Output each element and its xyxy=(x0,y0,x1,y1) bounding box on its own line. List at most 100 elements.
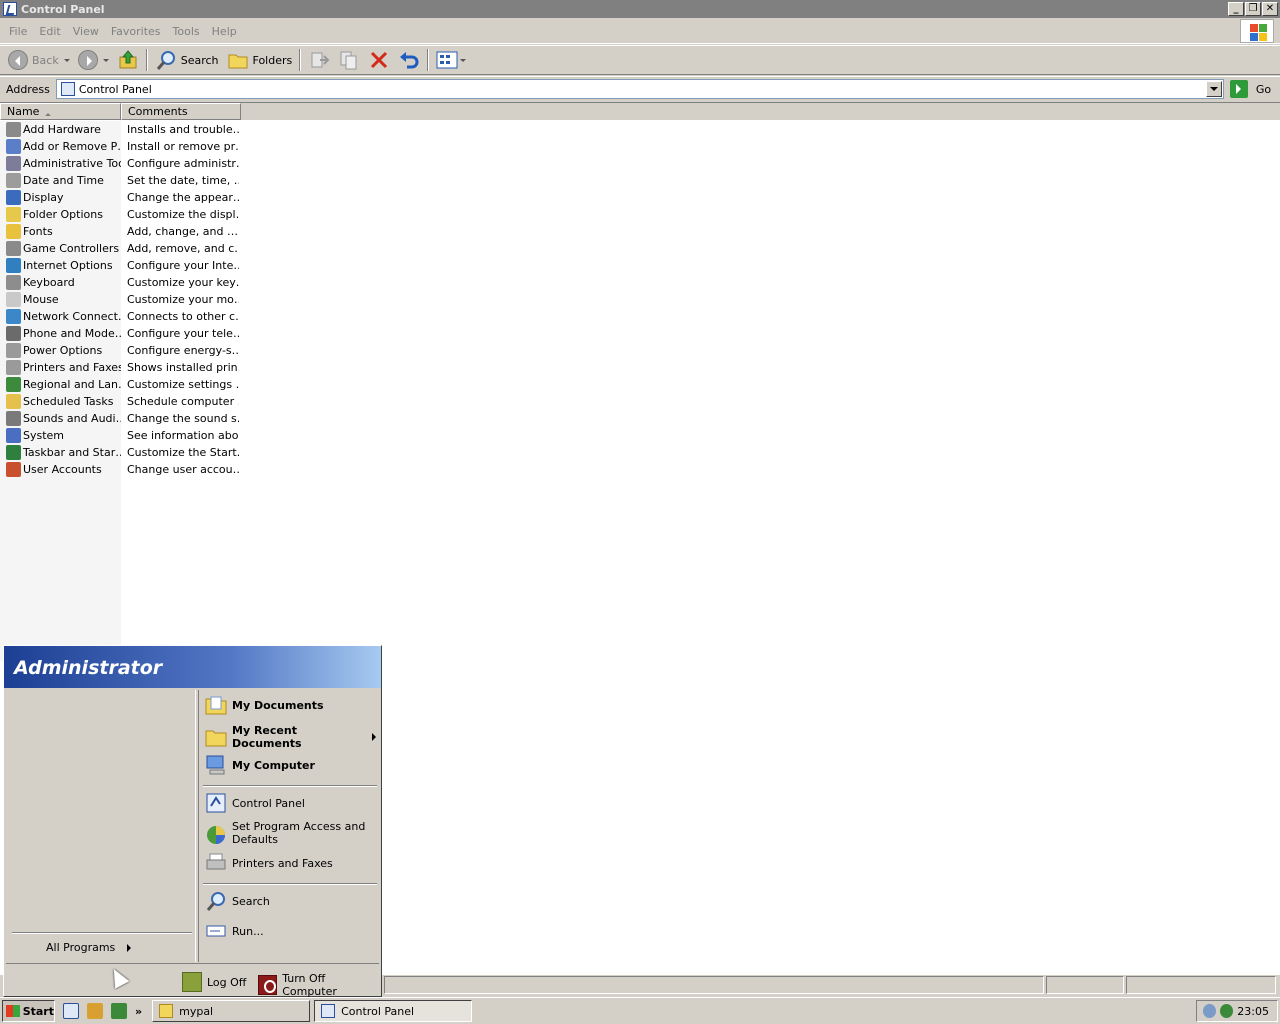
item-comment: Connects to other c… xyxy=(127,310,239,323)
address-dropdown-button[interactable] xyxy=(1205,81,1222,97)
chevron-right-icon xyxy=(372,733,380,741)
control-panel-label: Control Panel xyxy=(232,796,305,810)
menu-tools[interactable]: Tools xyxy=(167,25,206,38)
applet-icon xyxy=(6,224,21,239)
quicklaunch-desktop-icon[interactable] xyxy=(63,1003,79,1019)
computer-icon xyxy=(206,755,225,775)
applet-icon xyxy=(6,207,21,222)
list-item[interactable]: Phone and Mode… Configure your tele… xyxy=(0,325,239,342)
start-menu-separator xyxy=(12,932,192,934)
list-item[interactable]: Add Hardware Installs and trouble… xyxy=(0,121,239,138)
list-item[interactable]: Keyboard Customize your key… xyxy=(0,274,239,291)
item-comment: Set the date, time, … xyxy=(127,174,239,187)
list-item[interactable]: Regional and Lan… Customize settings … xyxy=(0,376,239,393)
set-program-access-item[interactable]: Set Program Access and Defaults xyxy=(205,820,375,846)
all-programs-button[interactable]: All Programs xyxy=(46,941,135,954)
tray-update-icon[interactable] xyxy=(1220,1004,1234,1018)
list-item[interactable]: Display Change the appear… xyxy=(0,189,239,206)
windows-logo-icon xyxy=(1240,19,1274,43)
all-programs-label: All Programs xyxy=(46,941,116,954)
address-input[interactable]: Control Panel xyxy=(55,79,1224,99)
status-panel-zone xyxy=(1126,976,1276,994)
run-item[interactable]: Run... xyxy=(205,920,264,942)
applet-icon xyxy=(6,309,21,324)
menu-view[interactable]: View xyxy=(67,25,105,38)
back-arrow-icon xyxy=(8,50,28,70)
turn-off-button[interactable]: Turn Off Computer xyxy=(258,972,379,998)
address-label: Address xyxy=(6,82,50,96)
applet-icon xyxy=(6,275,21,290)
tray-network-icon[interactable] xyxy=(1203,1004,1217,1018)
menu-file[interactable]: File xyxy=(3,25,33,38)
item-comment: Shows installed prin… xyxy=(127,361,239,374)
close-button[interactable]: ✕ xyxy=(1262,2,1278,16)
search-item[interactable]: Search xyxy=(205,890,270,912)
control-panel-icon xyxy=(3,2,17,16)
documents-folder-icon xyxy=(205,696,227,715)
column-header-name[interactable]: Name xyxy=(0,103,121,120)
quicklaunch-app-icon[interactable] xyxy=(111,1003,127,1019)
start-button[interactable]: Start xyxy=(2,1000,55,1022)
control-panel-icon xyxy=(60,82,75,96)
list-item[interactable]: Scheduled Tasks Schedule computer … xyxy=(0,393,239,410)
list-item[interactable]: Power Options Configure energy-s… xyxy=(0,342,239,359)
printer-icon xyxy=(206,853,226,870)
task-control-panel[interactable]: Control Panel xyxy=(314,1000,473,1022)
list-item[interactable]: Folder Options Customize the displ… xyxy=(0,206,239,223)
quicklaunch-overflow-icon[interactable]: » xyxy=(135,1005,142,1018)
item-comment: Customize your key… xyxy=(127,276,239,289)
search-label: Search xyxy=(232,894,270,908)
my-recent-documents-item[interactable]: My Recent Documents xyxy=(205,724,380,750)
search-label: Search xyxy=(180,53,219,67)
start-label: Start xyxy=(22,1004,54,1018)
applet-icon xyxy=(6,377,21,392)
delete-button[interactable] xyxy=(364,47,394,73)
minimize-button[interactable]: _ xyxy=(1228,2,1244,16)
start-menu-user-header: Administrator xyxy=(4,646,381,688)
list-item[interactable]: User Accounts Change user accou… xyxy=(0,461,239,478)
list-item[interactable]: Administrative ToolsConfigure administr… xyxy=(0,155,239,172)
menu-edit[interactable]: Edit xyxy=(33,25,66,38)
quicklaunch-browser-icon[interactable] xyxy=(87,1003,103,1019)
applet-icon xyxy=(6,258,21,273)
log-off-button[interactable]: Log Off xyxy=(182,972,246,992)
menu-help[interactable]: Help xyxy=(206,25,243,38)
my-documents-label: My Documents xyxy=(232,698,324,712)
address-value: Control Panel xyxy=(78,82,152,96)
list-item[interactable]: Network Connect… Connects to other c… xyxy=(0,308,239,325)
go-button[interactable]: Go xyxy=(1229,80,1271,98)
back-button[interactable]: Back xyxy=(4,47,74,73)
search-button[interactable]: Search xyxy=(151,47,223,73)
list-item[interactable]: Add or Remove P… Install or remove pr… xyxy=(0,138,239,155)
folders-button[interactable]: Folders xyxy=(223,47,297,73)
chevron-right-icon xyxy=(127,943,135,952)
control-panel-item[interactable]: Control Panel xyxy=(205,792,305,814)
list-header: Name Comments xyxy=(0,103,1280,120)
list-item[interactable]: Internet Options Configure your Inte… xyxy=(0,257,239,274)
taskbar: Start » mypal Control Panel 23:05 xyxy=(0,997,1280,1024)
chevron-down-icon xyxy=(63,58,70,65)
list-item[interactable]: Date and Time Set the date, time, … xyxy=(0,172,239,189)
forward-button[interactable] xyxy=(74,47,113,73)
list-item[interactable]: System See information abo… xyxy=(0,427,239,444)
task-control-panel-label: Control Panel xyxy=(341,1004,415,1018)
my-computer-item[interactable]: My Computer xyxy=(205,754,315,776)
copy-to-button[interactable] xyxy=(334,47,364,73)
move-to-button[interactable] xyxy=(304,47,334,73)
up-folder-button[interactable] xyxy=(113,47,143,73)
list-item[interactable]: Taskbar and Star… Customize the Start… xyxy=(0,444,239,461)
printers-faxes-item[interactable]: Printers and Faxes xyxy=(205,852,333,874)
undo-button[interactable] xyxy=(394,47,424,73)
column-header-comments[interactable]: Comments xyxy=(121,103,241,120)
restore-button[interactable]: ❐ xyxy=(1245,2,1261,16)
list-item[interactable]: Game Controllers Add, remove, and c… xyxy=(0,240,239,257)
list-item[interactable]: Printers and Faxes Shows installed prin… xyxy=(0,359,239,376)
task-mypal[interactable]: mypal xyxy=(152,1000,311,1022)
list-item[interactable]: Mouse Customize your mo… xyxy=(0,291,239,308)
list-item[interactable]: Fonts Add, change, and … xyxy=(0,223,239,240)
list-item[interactable]: Sounds and Audi… Change the sound s… xyxy=(0,410,239,427)
views-button[interactable] xyxy=(432,47,470,73)
clock[interactable]: 23:05 xyxy=(1237,1005,1269,1018)
my-documents-item[interactable]: My Documents xyxy=(205,694,324,716)
menu-favorites[interactable]: Favorites xyxy=(105,25,167,38)
